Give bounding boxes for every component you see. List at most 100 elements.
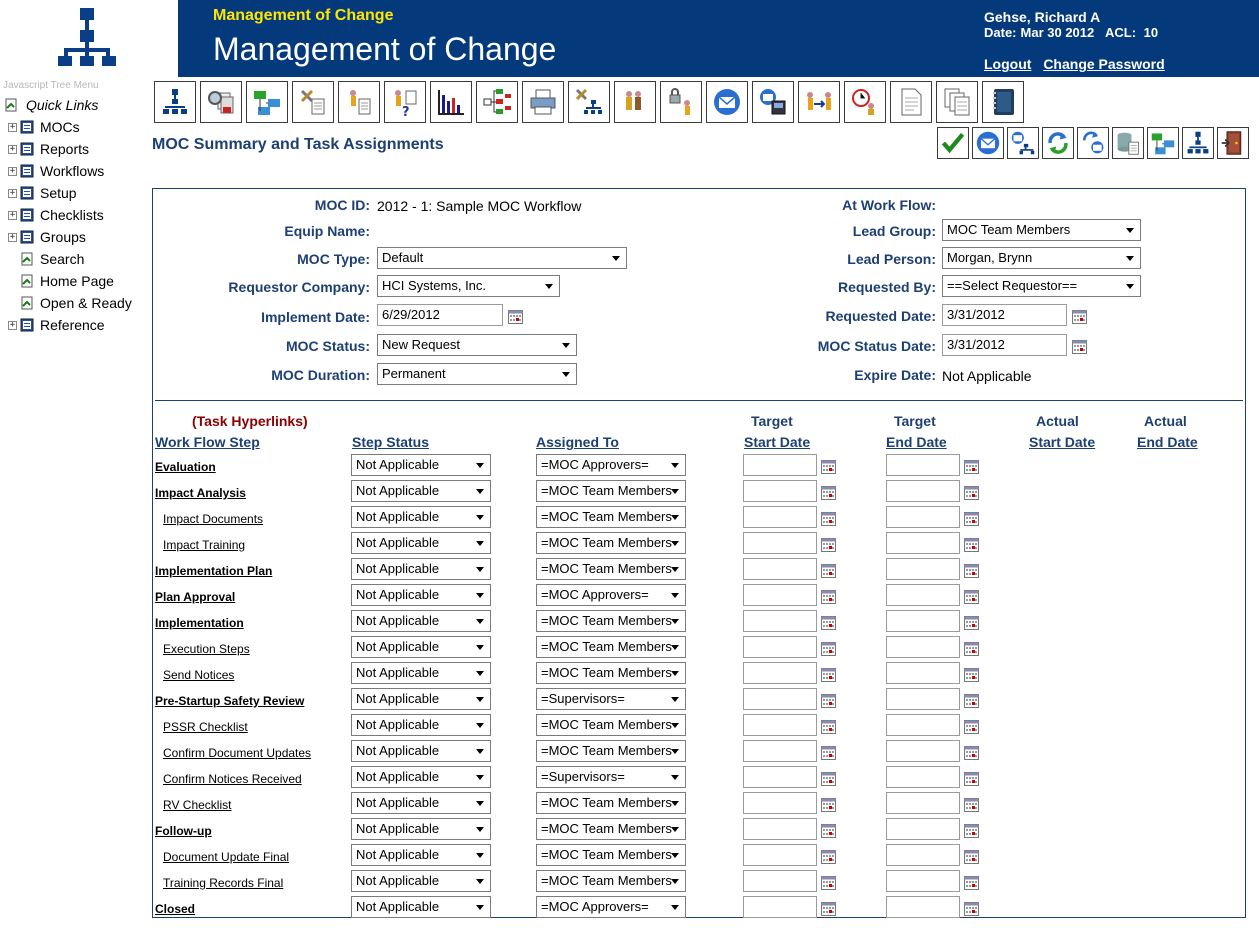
task-assigned-select[interactable]: =MOC Approvers= [536, 454, 686, 476]
task-step-link[interactable]: Document Update Final [163, 850, 289, 864]
task-step-link[interactable]: Impact Documents [163, 512, 263, 526]
task-step-link[interactable]: Implementation Plan [155, 564, 272, 578]
task-assigned-select[interactable]: =MOC Team Members [536, 740, 686, 762]
target-end-date-input[interactable] [886, 532, 960, 554]
task-assigned-select[interactable]: =MOC Team Members [536, 558, 686, 580]
tree-item-checklists[interactable]: + Checklists [0, 204, 150, 226]
calendar-icon[interactable] [964, 876, 979, 890]
target-start-date-input[interactable] [743, 766, 817, 788]
task-assigned-select[interactable]: =Supervisors= [536, 766, 686, 788]
target-end-date-input[interactable] [886, 584, 960, 606]
task-step-link[interactable]: Execution Steps [163, 642, 250, 656]
task-status-select[interactable]: Not Applicable [351, 896, 491, 918]
calendar-icon[interactable] [821, 642, 836, 656]
assigned-to-header[interactable]: Assigned To [536, 434, 619, 450]
calendar-icon[interactable] [1072, 310, 1087, 324]
task-assigned-select[interactable]: =Supervisors= [536, 688, 686, 710]
bar-chart-button[interactable] [430, 81, 472, 123]
calendar-icon[interactable] [964, 694, 979, 708]
person-question-button[interactable]: ? [384, 81, 426, 123]
task-assigned-select[interactable]: =MOC Team Members [536, 792, 686, 814]
notebook-button[interactable] [982, 81, 1024, 123]
task-assigned-select[interactable]: =MOC Team Members [536, 480, 686, 502]
tree-item-reports[interactable]: + Reports [0, 138, 150, 160]
calendar-icon[interactable] [964, 590, 979, 604]
task-assigned-select[interactable]: =MOC Team Members [536, 636, 686, 658]
task-step-link[interactable]: Follow-up [155, 824, 212, 838]
task-step-link[interactable]: Training Records Final [163, 876, 283, 890]
target-start-date-input[interactable] [743, 558, 817, 580]
exit-door-button[interactable] [1217, 127, 1249, 159]
task-step-link[interactable]: PSSR Checklist [163, 720, 248, 734]
target-end-date-input[interactable] [886, 740, 960, 762]
target-end-date-input[interactable] [886, 896, 960, 918]
task-assigned-select[interactable]: =MOC Team Members [536, 610, 686, 632]
target-start-date-input[interactable] [743, 480, 817, 502]
people-button[interactable] [614, 81, 656, 123]
task-assigned-select[interactable]: =MOC Approvers= [536, 584, 686, 606]
calendar-icon[interactable] [821, 798, 836, 812]
target-end-date-input[interactable] [886, 766, 960, 788]
target-end-date-input[interactable] [886, 506, 960, 528]
task-status-select[interactable]: Not Applicable [351, 662, 491, 684]
email-phone-button[interactable] [752, 81, 794, 123]
person-transfer-button[interactable] [798, 81, 840, 123]
task-step-link[interactable]: Closed [155, 902, 195, 916]
task-assigned-select[interactable]: =MOC Team Members [536, 818, 686, 840]
calendar-icon[interactable] [964, 668, 979, 682]
task-step-link[interactable]: Confirm Notices Received [163, 772, 302, 786]
task-status-select[interactable]: Not Applicable [351, 584, 491, 606]
target-end-date-input[interactable] [886, 662, 960, 684]
calendar-icon[interactable] [821, 668, 836, 682]
calendar-icon[interactable] [821, 772, 836, 786]
calendar-icon[interactable] [964, 824, 979, 838]
target-start-date-input[interactable] [743, 662, 817, 684]
task-status-select[interactable]: Not Applicable [351, 506, 491, 528]
org-tree-button[interactable] [476, 81, 518, 123]
task-status-select[interactable]: Not Applicable [351, 740, 491, 762]
target-start-date-input[interactable] [743, 792, 817, 814]
calendar-icon[interactable] [821, 746, 836, 760]
task-step-link[interactable]: Pre-Startup Safety Review [155, 694, 304, 708]
calendar-icon[interactable] [964, 902, 979, 916]
task-assigned-select[interactable]: =MOC Approvers= [536, 896, 686, 918]
target-end-date-input[interactable] [886, 818, 960, 840]
calendar-icon[interactable] [964, 642, 979, 656]
expand-icon[interactable]: + [8, 320, 17, 330]
task-step-link[interactable]: RV Checklist [163, 798, 231, 812]
target-end-date-input[interactable] [886, 480, 960, 502]
task-assigned-select[interactable]: =MOC Team Members [536, 714, 686, 736]
calendar-icon[interactable] [964, 616, 979, 630]
expand-icon[interactable]: + [8, 166, 17, 176]
moc-status-select[interactable]: New Request [377, 334, 577, 356]
tree-item-reference[interactable]: + Reference [0, 314, 150, 336]
moc-type-select[interactable]: Default [377, 247, 627, 269]
workflow-button[interactable] [154, 81, 196, 123]
target-start-date-input[interactable] [743, 688, 817, 710]
tree-item-mocs[interactable]: + MOCs [0, 116, 150, 138]
target-start-date-input[interactable] [743, 636, 817, 658]
change-password-link[interactable]: Change Password [1043, 56, 1164, 72]
target-start-date-input[interactable] [743, 584, 817, 606]
task-step-link[interactable]: Confirm Document Updates [163, 746, 311, 760]
documents-button[interactable] [936, 81, 978, 123]
actual-start-date-header[interactable]: Start Date [1029, 434, 1095, 450]
task-status-select[interactable]: Not Applicable [351, 688, 491, 710]
target-start-date-input[interactable] [743, 844, 817, 866]
expand-icon[interactable]: + [8, 210, 17, 220]
lock-person-button[interactable] [660, 81, 702, 123]
calendar-icon[interactable] [821, 460, 836, 474]
database-doc-button[interactable] [1112, 127, 1144, 159]
target-end-date-input[interactable] [886, 792, 960, 814]
tree-item-setup[interactable]: + Setup [0, 182, 150, 204]
task-status-select[interactable]: Not Applicable [351, 480, 491, 502]
quick-links[interactable]: Quick Links [0, 94, 150, 116]
requested-date-input[interactable]: 3/31/2012 [942, 304, 1067, 326]
calendar-icon[interactable] [964, 746, 979, 760]
moc-duration-select[interactable]: Permanent [377, 363, 577, 385]
calendar-icon[interactable] [821, 616, 836, 630]
tools-tree-button[interactable] [568, 81, 610, 123]
search-docs-button[interactable] [200, 81, 242, 123]
calendar-icon[interactable] [821, 486, 836, 500]
calendar-icon[interactable] [1072, 340, 1087, 354]
